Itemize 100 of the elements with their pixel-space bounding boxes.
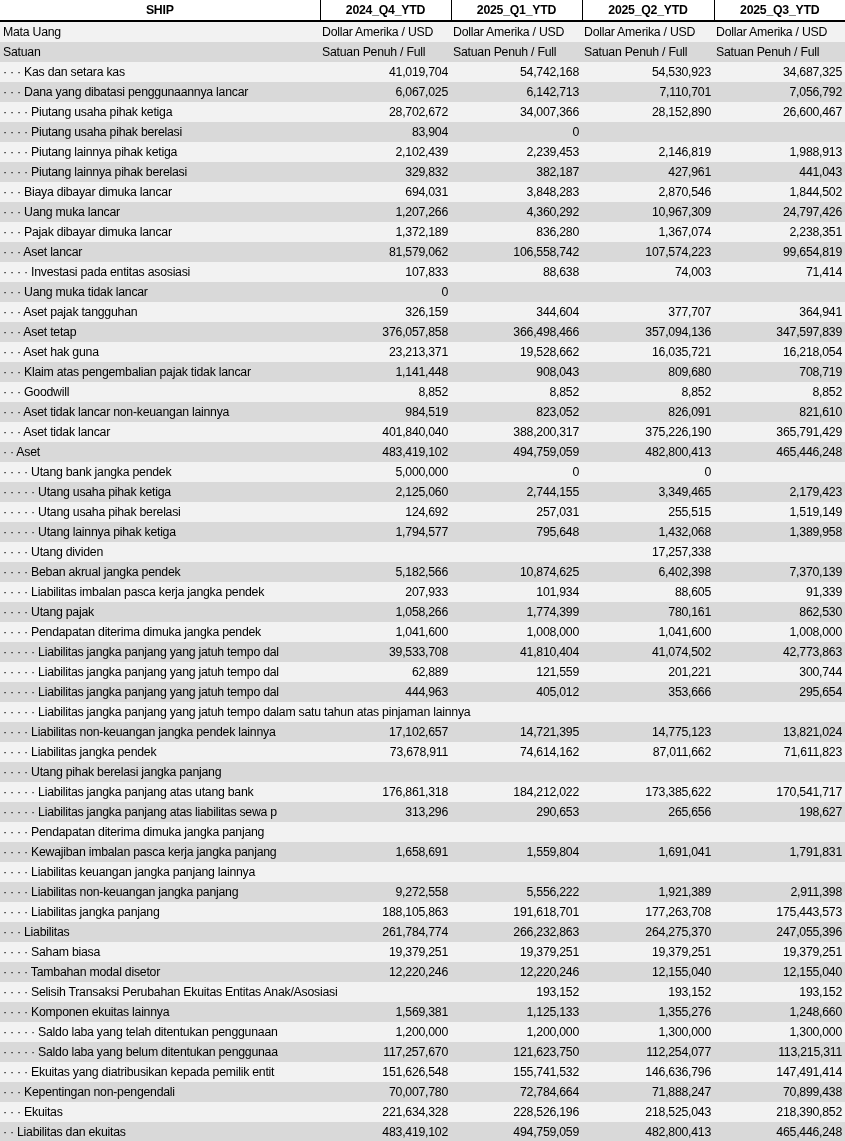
row-label: · · · · Pendapatan diterima dimuka jangka pendek <box>0 622 320 642</box>
table-cell: 221,634,328 <box>320 1102 451 1122</box>
table-cell: 191,618,701 <box>451 902 582 922</box>
row-label: · · · · · Liabilitas jangka panjang atas utang bank <box>0 782 320 802</box>
table-cell: 388,200,317 <box>451 422 582 442</box>
table-cell: 1,519,149 <box>714 502 845 522</box>
table-cell: 6,142,713 <box>451 82 582 102</box>
row-label: · · · Goodwill <box>0 382 320 402</box>
column-header: 2024_Q4_YTD <box>320 0 451 21</box>
table-cell: 198,627 <box>714 802 845 822</box>
table-cell: 6,067,025 <box>320 82 451 102</box>
table-cell: 193,152 <box>714 982 845 1002</box>
table-cell: 2,239,453 <box>451 142 582 162</box>
table-cell: 218,525,043 <box>582 1102 714 1122</box>
table-cell: 1,794,577 <box>320 522 451 542</box>
row-label: · · · · · Utang usaha pihak ketiga <box>0 482 320 502</box>
table-cell: 228,526,196 <box>451 1102 582 1122</box>
table-cell: 175,443,573 <box>714 902 845 922</box>
table-cell: 88,638 <box>451 262 582 282</box>
table-cell: 984,519 <box>320 402 451 422</box>
table-cell: 405,012 <box>451 682 582 702</box>
table-cell: 465,446,248 <box>714 442 845 462</box>
row-label: · · · · Piutang usaha pihak ketiga <box>0 102 320 122</box>
table-cell: 7,056,792 <box>714 82 845 102</box>
table-cell: 382,187 <box>451 162 582 182</box>
table-cell: 2,146,819 <box>582 142 714 162</box>
table-cell: 12,155,040 <box>582 962 714 982</box>
table-cell: 17,102,657 <box>320 722 451 742</box>
row-label: · · · Uang muka lancar <box>0 202 320 222</box>
table-cell: 71,611,823 <box>714 742 845 762</box>
table-cell: 444,963 <box>320 682 451 702</box>
table-cell: 1,791,831 <box>714 842 845 862</box>
table-cell: 1,921,389 <box>582 882 714 902</box>
table-cell: 1,432,068 <box>582 522 714 542</box>
table-cell: 1,041,600 <box>320 622 451 642</box>
row-label: · · · · Liabilitas jangka panjang <box>0 902 320 922</box>
table-cell: 1,008,000 <box>714 622 845 642</box>
table-cell: 1,300,000 <box>714 1022 845 1042</box>
table-cell: 266,232,863 <box>451 922 582 942</box>
table-cell: 494,759,059 <box>451 442 582 462</box>
table-cell: 1,389,958 <box>714 522 845 542</box>
table-cell: 329,832 <box>320 162 451 182</box>
table-cell: 427,961 <box>582 162 714 182</box>
table-cell: 112,254,077 <box>582 1042 714 1062</box>
row-label: · · Aset <box>0 442 320 462</box>
table-cell: 3,349,465 <box>582 482 714 502</box>
row-label: · · · · Pendapatan diterima dimuka jangka panjang <box>0 822 845 842</box>
table-cell: 364,941 <box>714 302 845 322</box>
column-header: 2025_Q1_YTD <box>451 0 582 21</box>
table-cell: 264,275,370 <box>582 922 714 942</box>
table-cell: 16,218,054 <box>714 342 845 362</box>
table-cell: 357,094,136 <box>582 322 714 342</box>
table-cell: Satuan Penuh / Full <box>451 42 582 62</box>
row-label: · · · Aset lancar <box>0 242 320 262</box>
row-label: · · · · · Liabilitas jangka panjang atas liabilitas sewa p <box>0 802 320 822</box>
table-cell: 193,152 <box>451 982 582 1002</box>
row-label: · · · Liabilitas <box>0 922 320 942</box>
table-cell: 24,797,426 <box>714 202 845 222</box>
table-cell: 5,556,222 <box>451 882 582 902</box>
table-cell: 483,419,102 <box>320 1122 451 1141</box>
table-cell: 41,019,704 <box>320 62 451 82</box>
table-cell: 0 <box>451 122 582 142</box>
table-cell: 2,744,155 <box>451 482 582 502</box>
table-cell: 2,870,546 <box>582 182 714 202</box>
table-cell: 19,379,251 <box>451 942 582 962</box>
table-cell: 14,775,123 <box>582 722 714 742</box>
row-label: · · · · Tambahan modal disetor <box>0 962 320 982</box>
table-cell: 1,569,381 <box>320 1002 451 1022</box>
row-label: · · Liabilitas dan ekuitas <box>0 1122 320 1141</box>
table-cell: 13,821,024 <box>714 722 845 742</box>
table-cell: 147,491,414 <box>714 1062 845 1082</box>
table-cell: 6,402,398 <box>582 562 714 582</box>
table-cell: 1,988,913 <box>714 142 845 162</box>
table-cell: 9,272,558 <box>320 882 451 902</box>
table-cell: 1,559,804 <box>451 842 582 862</box>
table-cell: 19,528,662 <box>451 342 582 362</box>
row-label: Satuan <box>0 42 320 62</box>
table-cell: 1,367,074 <box>582 222 714 242</box>
table-cell: 1,200,000 <box>320 1022 451 1042</box>
table-cell: 101,934 <box>451 582 582 602</box>
table-cell: 12,220,246 <box>320 962 451 982</box>
table-cell: 106,558,742 <box>451 242 582 262</box>
row-label: · · · Kas dan setara kas <box>0 62 320 82</box>
table-cell: 257,031 <box>451 502 582 522</box>
table-cell: 19,379,251 <box>582 942 714 962</box>
row-label: · · · Klaim atas pengembalian pajak tidak lancar <box>0 362 320 382</box>
table-cell: 441,043 <box>714 162 845 182</box>
row-label: · · · · Piutang lainnya pihak ketiga <box>0 142 320 162</box>
row-label: · · · Uang muka tidak lancar <box>0 282 320 302</box>
row-label: · · · Aset tidak lancar non-keuangan lainnya <box>0 402 320 422</box>
row-label: · · · · Utang dividen <box>0 542 582 562</box>
row-label: · · · · Liabilitas non-keuangan jangka panjang <box>0 882 320 902</box>
table-cell: 12,220,246 <box>451 962 582 982</box>
table-cell: 247,055,396 <box>714 922 845 942</box>
table-cell: 10,967,309 <box>582 202 714 222</box>
row-label: · · · Aset hak guna <box>0 342 320 362</box>
table-cell: 7,110,701 <box>582 82 714 102</box>
table-cell: Dollar Amerika / USD <box>320 21 451 42</box>
table-cell: 151,626,548 <box>320 1062 451 1082</box>
table-cell: 62,889 <box>320 662 451 682</box>
